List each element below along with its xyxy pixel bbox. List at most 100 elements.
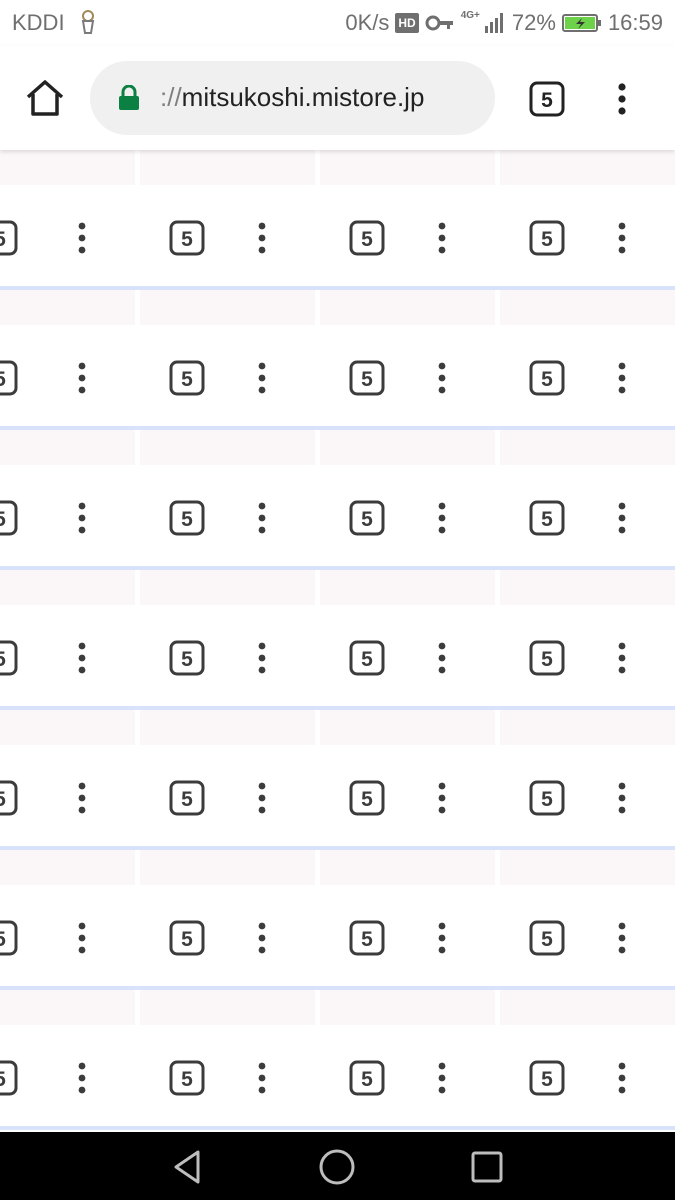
tab-switcher-icon[interactable]: 5 [349, 1060, 385, 1096]
tab-count-label: 5 [541, 368, 553, 391]
tab-count-label: 5 [361, 648, 373, 671]
overflow-menu-icon[interactable] [256, 1060, 268, 1096]
overflow-menu-icon[interactable] [616, 500, 628, 536]
overflow-menu-icon[interactable] [256, 500, 268, 536]
cell-header-strip [320, 710, 495, 745]
tab-count-label: 5 [0, 1068, 6, 1091]
url-bar[interactable]: ://mitsukoshi.mistore.jp [90, 61, 495, 135]
tab-switcher-icon[interactable]: 5 [0, 1060, 18, 1096]
tab-switcher-icon[interactable]: 5 [349, 220, 385, 256]
overflow-menu-icon[interactable] [76, 1060, 88, 1096]
overflow-menu-icon[interactable] [436, 920, 448, 956]
overflow-menu-icon[interactable] [436, 500, 448, 536]
tab-count-label: 5 [181, 508, 193, 531]
cell-header-strip [500, 850, 675, 885]
tab-switcher-icon[interactable]: 5 [0, 640, 18, 676]
tab-switcher-icon[interactable]: 5 [169, 1060, 205, 1096]
system-nav-bar [0, 1132, 675, 1200]
home-circle-icon[interactable] [317, 1147, 357, 1187]
overflow-menu-icon[interactable] [76, 640, 88, 676]
overflow-menu-icon[interactable] [616, 920, 628, 956]
cell-header-strip [0, 430, 135, 465]
cell-header-strip [320, 290, 495, 325]
overflow-menu-icon[interactable] [256, 780, 268, 816]
grid-row: 5 5 5 5 [0, 850, 675, 990]
tab-switcher-icon[interactable]: 5 [349, 780, 385, 816]
tab-count-label: 5 [361, 228, 373, 251]
tab-switcher-icon[interactable]: 5 [529, 500, 565, 536]
tab-switcher-icon[interactable]: 5 [349, 920, 385, 956]
cell-header-strip [140, 710, 315, 745]
tab-switcher-icon[interactable]: 5 [169, 500, 205, 536]
tab-switcher-icon[interactable]: 5 [529, 780, 565, 816]
row-divider [0, 1126, 675, 1130]
grid-row: 5 5 5 5 [0, 570, 675, 710]
url-text: ://mitsukoshi.mistore.jp [160, 82, 424, 113]
overflow-menu-icon[interactable] [616, 220, 628, 256]
vpn-key-icon [425, 15, 453, 31]
tab-switcher-icon[interactable]: 5 [349, 640, 385, 676]
tab-switcher-icon[interactable]: 5 [0, 780, 18, 816]
tab-switcher-icon[interactable]: 5 [529, 920, 565, 956]
overflow-menu-icon[interactable] [616, 1060, 628, 1096]
tab-switcher-icon[interactable]: 5 [529, 1060, 565, 1096]
tab-switcher-icon[interactable]: 5 [169, 780, 205, 816]
cell-header-strip [500, 710, 675, 745]
cell-header-strip [140, 850, 315, 885]
tab-switcher-icon[interactable]: 5 [349, 500, 385, 536]
tab-count-label: 5 [361, 368, 373, 391]
overflow-menu-icon[interactable] [256, 920, 268, 956]
cell-header-strip [500, 990, 675, 1025]
tab-switcher-icon[interactable]: 5 [349, 360, 385, 396]
status-right-group: 0K/s HD 4G+ 72% 16:59 [345, 10, 663, 36]
grid-row: 5 5 5 5 [0, 710, 675, 850]
cell-header-strip [500, 150, 675, 185]
status-bar: KDDI 0K/s HD 4G+ 72% 16:59 [0, 0, 675, 46]
overflow-menu-icon[interactable] [436, 1060, 448, 1096]
overflow-menu-icon[interactable] [76, 780, 88, 816]
tab-switcher-icon[interactable]: 5 [169, 220, 205, 256]
tab-switcher-icon[interactable]: 5 [0, 220, 18, 256]
overflow-menu-icon[interactable] [76, 920, 88, 956]
cell-header-strip [320, 850, 495, 885]
tab-switcher-icon[interactable]: 5 [529, 360, 565, 396]
cell-header-strip [320, 990, 495, 1025]
tab-switcher-icon[interactable]: 5 [0, 500, 18, 536]
tab-switcher-icon[interactable]: 5 [169, 360, 205, 396]
overflow-menu-icon[interactable] [610, 79, 634, 119]
tab-switcher-button[interactable]: 5 [529, 81, 565, 117]
overflow-menu-icon[interactable] [256, 640, 268, 676]
cell-header-strip [500, 570, 675, 605]
overflow-menu-icon[interactable] [616, 780, 628, 816]
overflow-menu-icon[interactable] [256, 220, 268, 256]
overflow-menu-icon[interactable] [436, 780, 448, 816]
lock-icon [119, 85, 139, 110]
notification-icon [81, 10, 95, 34]
tab-switcher-icon[interactable]: 5 [0, 360, 18, 396]
overflow-menu-icon[interactable] [436, 360, 448, 396]
cell-header-strip [500, 290, 675, 325]
back-icon[interactable] [168, 1147, 208, 1187]
overflow-menu-icon[interactable] [76, 360, 88, 396]
overflow-menu-icon[interactable] [436, 220, 448, 256]
tab-count-label: 5 [0, 228, 6, 251]
overflow-menu-icon[interactable] [76, 500, 88, 536]
home-icon[interactable] [24, 78, 66, 120]
tab-switcher-icon[interactable]: 5 [529, 220, 565, 256]
tab-switcher-icon[interactable]: 5 [169, 640, 205, 676]
overflow-menu-icon[interactable] [76, 220, 88, 256]
cell-header-strip [140, 150, 315, 185]
overflow-menu-icon[interactable] [256, 360, 268, 396]
tab-count: 5 [541, 89, 553, 112]
overflow-menu-icon[interactable] [436, 640, 448, 676]
overflow-menu-icon[interactable] [616, 360, 628, 396]
overflow-menu-icon[interactable] [616, 640, 628, 676]
tab-switcher-icon[interactable]: 5 [529, 640, 565, 676]
tab-switcher-icon[interactable]: 5 [169, 920, 205, 956]
recents-icon[interactable] [467, 1147, 507, 1187]
cell-header-strip [0, 850, 135, 885]
tab-switcher-icon[interactable]: 5 [0, 920, 18, 956]
grid-row: 5 5 5 5 [0, 430, 675, 570]
tab-count-label: 5 [181, 788, 193, 811]
carrier-label: KDDI [12, 10, 65, 35]
